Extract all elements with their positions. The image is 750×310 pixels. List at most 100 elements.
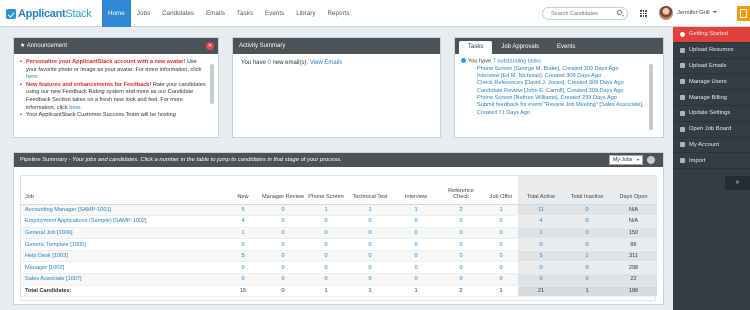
candidate-count-link[interactable]: 0 bbox=[484, 250, 518, 263]
candidate-count-link[interactable]: 0 bbox=[438, 238, 484, 251]
nav-tasks[interactable]: Tasks bbox=[231, 0, 259, 27]
candidate-count-link[interactable]: 4 bbox=[226, 215, 260, 228]
candidate-count-link[interactable]: 5 bbox=[518, 250, 564, 263]
candidate-count-link[interactable]: 1 bbox=[564, 250, 610, 263]
sidebar-item-open-job-board[interactable]: Open Job Board bbox=[673, 122, 750, 138]
candidate-count-link[interactable]: 0 bbox=[394, 273, 438, 286]
candidate-count-link[interactable]: 0 bbox=[346, 238, 394, 251]
nav-reports[interactable]: Reports bbox=[322, 0, 356, 27]
close-icon[interactable]: ✕ bbox=[206, 42, 214, 50]
sidebar-item-manage-billing[interactable]: Manage Billing bbox=[673, 90, 750, 106]
candidate-count-link[interactable]: 0 bbox=[438, 227, 484, 240]
candidate-count-link[interactable]: 0 bbox=[438, 250, 484, 263]
candidate-count-link[interactable]: 0 bbox=[484, 261, 518, 275]
tab-tasks[interactable]: Tasks bbox=[459, 41, 493, 54]
candidate-count-link[interactable]: 1 bbox=[346, 204, 394, 217]
candidate-count-link[interactable]: 0 bbox=[346, 215, 394, 228]
candidate-count-link[interactable]: 0 bbox=[226, 238, 260, 251]
user-menu[interactable]: Jennifer Grill bbox=[677, 10, 717, 16]
candidate-count-link[interactable]: 0 bbox=[346, 250, 394, 263]
sidebar-item-getting-started[interactable]: Getting Started bbox=[673, 27, 750, 43]
candidate-count-link[interactable]: 0 bbox=[346, 273, 394, 286]
task-item[interactable]: Interview [Ed M. Nicholas], Created 309 … bbox=[477, 73, 649, 80]
candidate-count-link[interactable]: 0 bbox=[518, 273, 564, 286]
tab-events[interactable]: Events bbox=[548, 41, 584, 54]
outstanding-tasks-link[interactable]: 7 outstanding tasks bbox=[493, 59, 541, 65]
candidate-count-link[interactable]: 0 bbox=[260, 273, 306, 286]
sidebar-collapse-toggle[interactable]: » bbox=[725, 176, 750, 190]
candidate-count-link[interactable]: 0 bbox=[260, 227, 306, 240]
candidate-count-link[interactable]: 4 bbox=[518, 215, 564, 228]
candidate-count-link[interactable]: 0 bbox=[260, 204, 306, 217]
job-link[interactable]: General Job [1006] bbox=[21, 227, 226, 240]
sidebar-item-my-account[interactable]: My Account bbox=[673, 138, 750, 154]
avatar[interactable] bbox=[659, 6, 673, 20]
candidate-count-link[interactable]: 5 bbox=[226, 250, 260, 263]
candidate-count-link[interactable]: 0 bbox=[394, 227, 438, 240]
candidate-count-link[interactable]: 0 bbox=[484, 215, 518, 228]
job-link[interactable]: Help Desk [1003] bbox=[21, 250, 226, 263]
candidate-count-link[interactable]: 1 bbox=[394, 204, 438, 217]
announcement-scrollbar[interactable] bbox=[210, 64, 214, 104]
task-item[interactable]: Check References [David J. Jones], Creat… bbox=[477, 80, 649, 87]
search-icon[interactable] bbox=[617, 10, 622, 15]
candidate-count-link[interactable]: 1 bbox=[484, 204, 518, 217]
candidate-count-link[interactable]: 0 bbox=[226, 273, 260, 286]
candidate-count-link[interactable]: 0 bbox=[564, 215, 610, 228]
candidate-count-link[interactable]: 0 bbox=[394, 215, 438, 228]
job-link[interactable]: Generic Template [1005] bbox=[21, 238, 226, 251]
candidate-count-link[interactable]: 0 bbox=[260, 261, 306, 275]
candidate-count-link[interactable]: 0 bbox=[564, 204, 610, 217]
candidate-count-link[interactable]: 1 bbox=[306, 204, 346, 217]
search-candidates-input[interactable] bbox=[542, 7, 628, 20]
candidate-count-link[interactable]: 11 bbox=[518, 204, 564, 217]
candidate-count-link[interactable]: 0 bbox=[484, 238, 518, 251]
candidate-count-link[interactable]: 0 bbox=[564, 238, 610, 251]
job-link[interactable]: Accounting Manager [SAMP-1001] bbox=[21, 204, 226, 217]
nav-jobs[interactable]: Jobs bbox=[131, 0, 156, 27]
candidate-count-link[interactable]: 0 bbox=[306, 261, 346, 275]
candidate-count-link[interactable]: 0 bbox=[346, 261, 394, 275]
candidate-count-link[interactable]: 0 bbox=[346, 227, 394, 240]
job-link[interactable]: Employment Applications (Sample) [SAMP-1… bbox=[21, 215, 226, 228]
sidebar-item-import[interactable]: Import bbox=[673, 153, 750, 170]
candidate-count-link[interactable]: 0 bbox=[564, 273, 610, 286]
job-link[interactable]: Manager [1002] bbox=[21, 261, 226, 275]
view-emails-link[interactable]: View Emails bbox=[310, 60, 343, 66]
announcement-link[interactable]: here bbox=[69, 105, 80, 111]
applicantstack-logo[interactable]: ApplicantStack bbox=[6, 7, 92, 20]
candidate-count-link[interactable]: 0 bbox=[394, 250, 438, 263]
candidate-count-link[interactable]: 0 bbox=[306, 273, 346, 286]
candidate-count-link[interactable]: 0 bbox=[260, 250, 306, 263]
candidate-count-link[interactable]: 0 bbox=[484, 227, 518, 240]
candidate-count-link[interactable]: 0 bbox=[518, 238, 564, 251]
candidate-count-link[interactable]: 1 bbox=[226, 227, 260, 240]
task-item[interactable]: Phone Screen [George M. Blake], Created … bbox=[477, 66, 649, 73]
candidate-count-link[interactable]: 0 bbox=[306, 250, 346, 263]
task-item[interactable]: Candidate Review [John E. Carroll], Crea… bbox=[477, 88, 649, 95]
nav-library[interactable]: Library bbox=[290, 0, 321, 27]
candidate-count-link[interactable]: 0 bbox=[306, 215, 346, 228]
sidebar-item-manage-users[interactable]: Manage Users bbox=[673, 74, 750, 91]
announcement-link[interactable]: here bbox=[26, 74, 37, 80]
candidate-count-link[interactable]: 0 bbox=[394, 261, 438, 275]
candidate-count-link[interactable]: 0 bbox=[438, 273, 484, 286]
candidate-count-link[interactable]: 0 bbox=[438, 261, 484, 275]
settings-icon[interactable] bbox=[647, 156, 655, 164]
candidate-count-link[interactable]: 0 bbox=[306, 227, 346, 240]
candidate-count-link[interactable]: 5 bbox=[226, 204, 260, 217]
nav-home[interactable]: Home bbox=[102, 0, 131, 27]
candidate-count-link[interactable]: 0 bbox=[306, 238, 346, 251]
job-link[interactable]: Sales Associate [1007] bbox=[21, 273, 226, 286]
apps-grid-icon[interactable] bbox=[640, 10, 647, 17]
candidate-count-link[interactable]: 0 bbox=[518, 261, 564, 275]
task-item[interactable]: Submit feedback for event "Review Job Me… bbox=[477, 102, 649, 117]
candidate-count-link[interactable]: 0 bbox=[226, 261, 260, 275]
sidebar-item-upload-emails[interactable]: Upload Emails bbox=[673, 59, 750, 75]
candidate-count-link[interactable]: 0 bbox=[394, 238, 438, 251]
tab-job-approvals[interactable]: Job Approvals bbox=[492, 41, 548, 54]
nav-candidates[interactable]: Candidates bbox=[156, 0, 200, 27]
sidebar-item-update-settings[interactable]: Update Settings bbox=[673, 106, 750, 122]
nav-events[interactable]: Events bbox=[259, 0, 290, 27]
candidate-count-link[interactable]: 0 bbox=[438, 215, 484, 228]
